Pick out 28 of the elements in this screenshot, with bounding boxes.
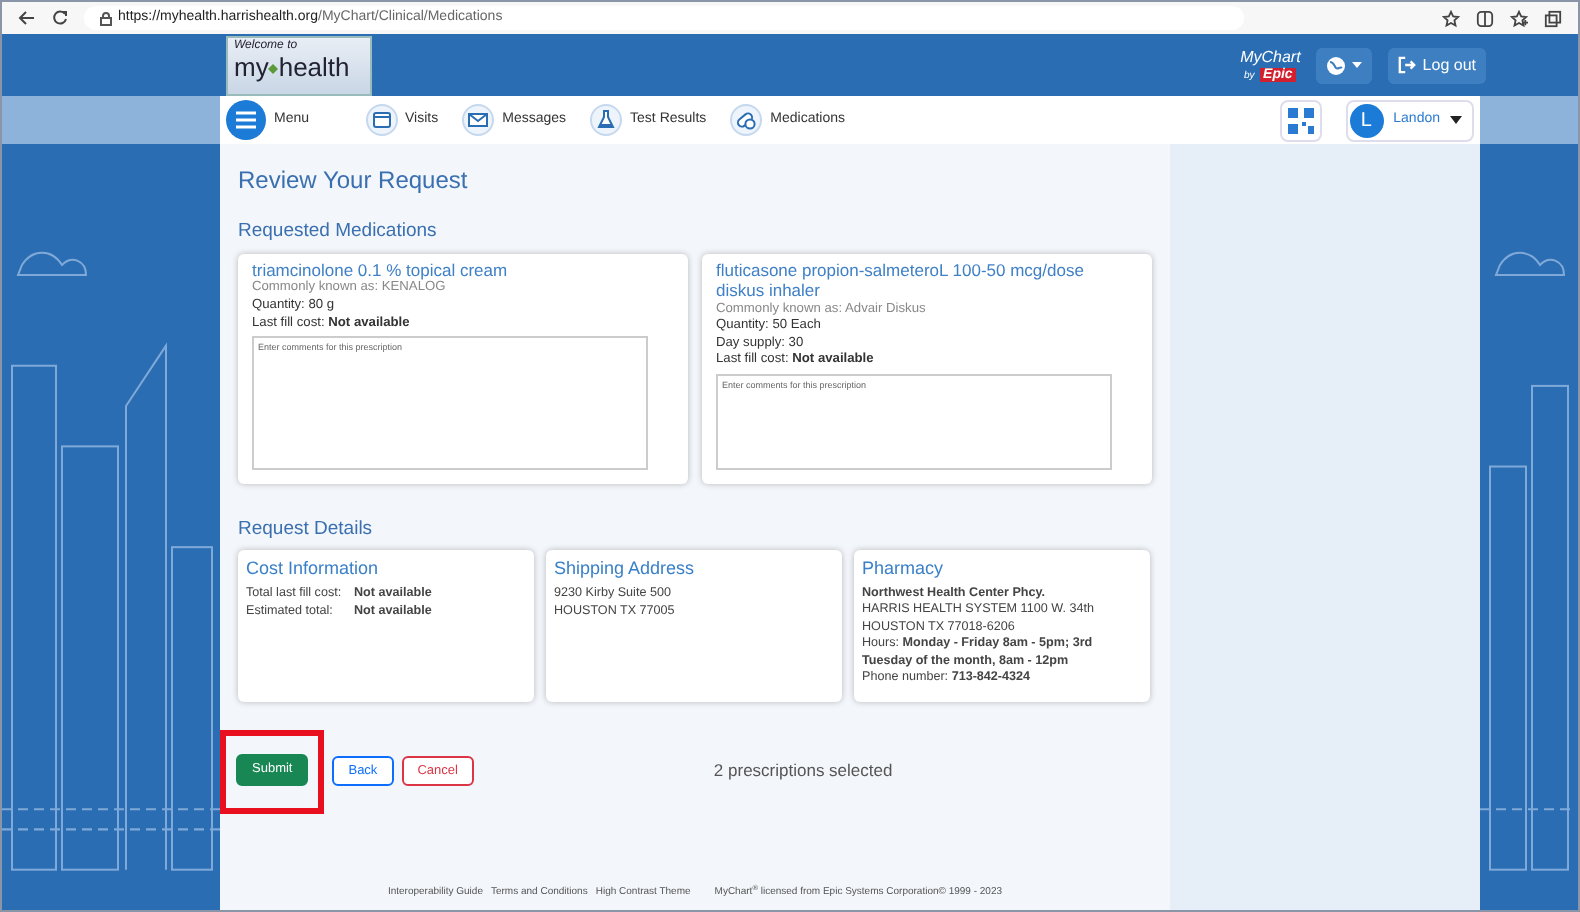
page-title: Review Your Request bbox=[238, 164, 470, 198]
back-icon[interactable] bbox=[18, 10, 36, 26]
flask-icon bbox=[590, 104, 623, 136]
logout-icon bbox=[1398, 56, 1417, 74]
collections-icon[interactable] bbox=[1544, 9, 1562, 27]
reload-icon[interactable] bbox=[52, 10, 68, 26]
qr-code-button[interactable] bbox=[1279, 99, 1322, 141]
section-heading: Requested Medications bbox=[238, 218, 439, 246]
card-title: Shipping Address bbox=[554, 555, 697, 581]
logout-button[interactable]: Log out bbox=[1388, 47, 1486, 83]
section-heading: Request Details bbox=[238, 516, 375, 545]
favorites-icon[interactable] bbox=[1510, 9, 1528, 27]
lock-icon bbox=[100, 11, 112, 25]
star-icon[interactable] bbox=[1442, 9, 1460, 27]
selection-status: 2 prescriptions selected bbox=[713, 758, 893, 784]
avatar: L bbox=[1349, 103, 1384, 137]
caret-icon bbox=[1352, 62, 1363, 68]
card-title: Cost Information bbox=[246, 555, 381, 581]
caret-icon bbox=[1450, 116, 1462, 124]
extension-icon[interactable] bbox=[1476, 9, 1494, 27]
globe-icon bbox=[1326, 55, 1347, 75]
medication-name[interactable]: triamcinolone 0.1 % topical cream bbox=[252, 260, 628, 281]
envelope-icon bbox=[462, 104, 495, 136]
card-title: Pharmacy bbox=[862, 555, 946, 580]
language-button[interactable] bbox=[1316, 47, 1373, 83]
calendar-icon bbox=[365, 104, 398, 136]
medication-name[interactable]: fluticasone propion-salmeteroL 100-50 mcg/dose diskus inhaler bbox=[716, 260, 1092, 302]
pill-icon bbox=[730, 104, 763, 136]
